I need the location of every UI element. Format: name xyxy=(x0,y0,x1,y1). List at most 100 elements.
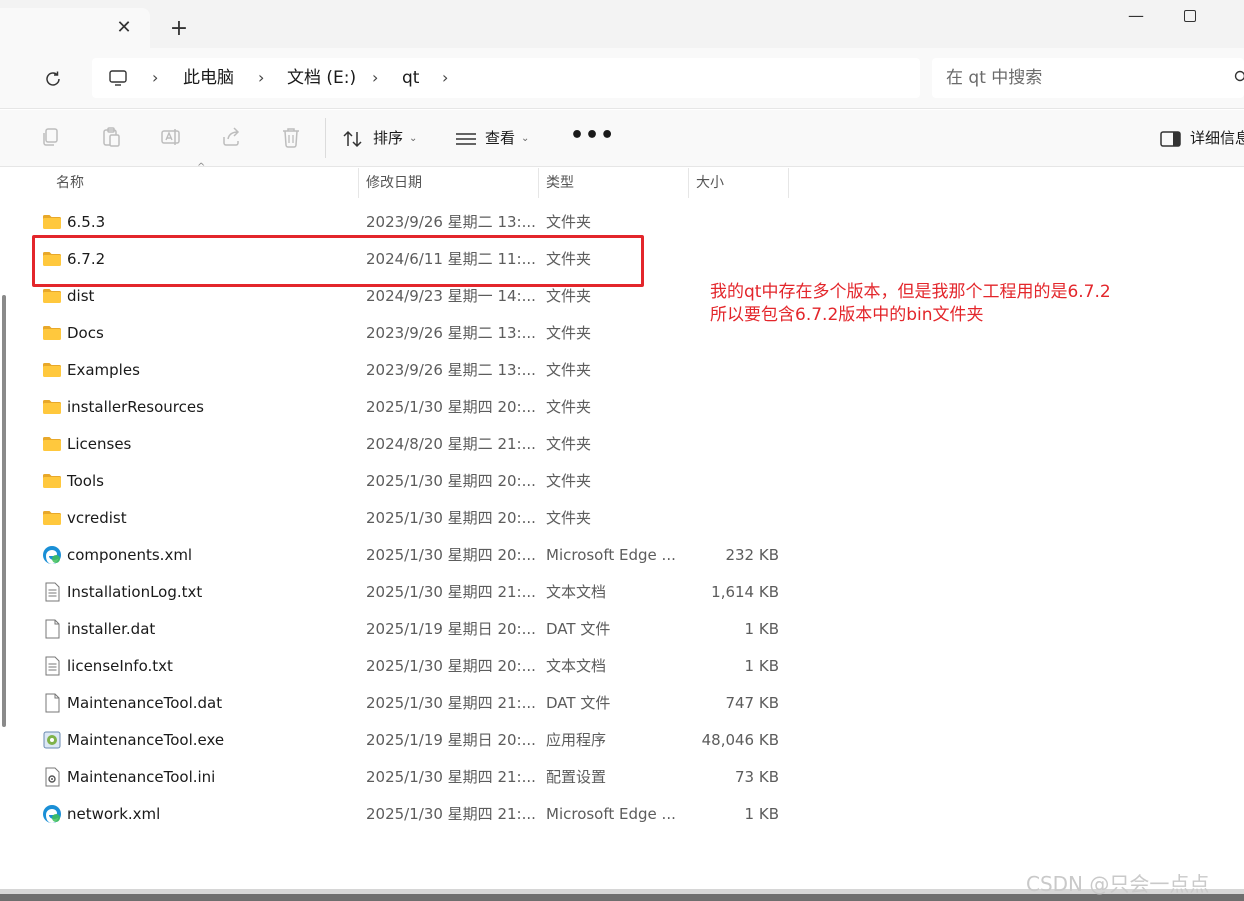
file-type: 文件夹 xyxy=(546,213,592,231)
column-header-size[interactable]: 大小 xyxy=(696,166,724,198)
copy-icon[interactable] xyxy=(40,126,62,148)
annotation-line-2: 所以要包含6.7.2版本中的bin文件夹 xyxy=(710,305,984,325)
column-divider[interactable] xyxy=(788,168,789,198)
file-row[interactable]: network.xml 2025/1/30 星期四 21:... Microsoft… xyxy=(34,797,794,831)
column-header-date[interactable]: 修改日期 xyxy=(366,166,422,198)
file-name: InstallationLog.txt xyxy=(67,583,203,601)
chevron-down-icon: ⌄ xyxy=(409,132,418,144)
file-name: Licenses xyxy=(67,435,132,453)
file-row[interactable]: vcredist 2025/1/30 星期四 20:... 文件夹 xyxy=(34,501,794,535)
maximize-icon xyxy=(1184,10,1196,22)
file-type: 配置设置 xyxy=(546,768,607,786)
search-box[interactable] xyxy=(932,58,1244,98)
breadcrumb-this-pc[interactable]: 此电脑 xyxy=(183,58,234,98)
file-type: 文本文档 xyxy=(546,657,607,675)
folder-icon xyxy=(42,471,62,491)
view-label: 查看 xyxy=(485,129,516,147)
folder-icon xyxy=(42,434,62,454)
file-size xyxy=(694,464,779,498)
file-size xyxy=(694,501,779,535)
annotation-note: 我的qt中存在多个版本，但是我那个工程用的是6.7.2 所以要包含6.7.2版本… xyxy=(710,281,1230,327)
file-row[interactable]: Licenses 2024/8/20 星期二 21:... 文件夹 xyxy=(34,427,794,461)
blank-file-icon xyxy=(42,693,62,713)
column-header-name[interactable]: 名称 xyxy=(56,166,84,198)
folder-icon xyxy=(42,212,62,232)
vertical-scrollbar[interactable] xyxy=(2,295,6,727)
details-pane-button[interactable]: 详细信息 xyxy=(1160,122,1244,154)
file-row[interactable]: licenseInfo.txt 2025/1/30 星期四 20:... 文本文档 1… xyxy=(34,649,794,683)
text-file-icon xyxy=(42,656,62,676)
watermark: CSDN @只会一点点 xyxy=(1026,872,1210,896)
computer-icon[interactable] xyxy=(108,68,128,88)
active-tab[interactable]: ✕ xyxy=(0,8,150,48)
exe-icon xyxy=(42,730,62,750)
breadcrumb-chevron-icon[interactable]: › xyxy=(258,58,264,98)
file-name: 6.5.3 xyxy=(67,213,106,231)
breadcrumb-chevron-icon[interactable]: › xyxy=(442,58,448,98)
file-name: MaintenanceTool.dat xyxy=(67,694,223,712)
edge-icon xyxy=(42,545,62,565)
file-row[interactable]: installer.dat 2025/1/19 星期日 20:... DAT 文件 1… xyxy=(34,612,794,646)
minimize-button[interactable]: — xyxy=(1124,4,1148,28)
file-row[interactable]: InstallationLog.txt 2025/1/30 星期四 21:... 文… xyxy=(34,575,794,609)
file-row[interactable]: installerResources 2025/1/30 星期四 20:... 文件… xyxy=(34,390,794,424)
details-label: 详细信息 xyxy=(1190,129,1244,147)
view-button[interactable]: 查看 ⌄ xyxy=(455,122,529,154)
file-date: 2025/1/30 星期四 21:... xyxy=(366,694,536,712)
column-divider[interactable] xyxy=(688,168,689,198)
column-divider[interactable] xyxy=(358,168,359,198)
file-type: 文件夹 xyxy=(546,472,592,490)
maximize-button[interactable] xyxy=(1178,4,1202,28)
file-row[interactable]: 6.5.3 2023/9/26 星期二 13:... 文件夹 xyxy=(34,205,794,239)
chevron-down-icon: ⌄ xyxy=(521,132,530,144)
refresh-button[interactable] xyxy=(40,66,66,92)
new-tab-button[interactable]: + xyxy=(166,18,192,44)
file-size xyxy=(694,242,779,276)
search-input[interactable] xyxy=(946,58,1216,98)
search-icon[interactable] xyxy=(1234,70,1244,84)
file-row[interactable]: MaintenanceTool.dat 2025/1/30 星期四 21:... D… xyxy=(34,686,794,720)
folder-icon xyxy=(42,397,62,417)
blank-file-icon xyxy=(42,619,62,639)
delete-icon[interactable] xyxy=(280,126,302,148)
file-date: 2025/1/19 星期日 20:... xyxy=(366,620,536,638)
file-date: 2023/9/26 星期二 13:... xyxy=(366,361,536,379)
file-row[interactable]: Tools 2025/1/30 星期四 20:... 文件夹 xyxy=(34,464,794,498)
file-size xyxy=(694,205,779,239)
address-bar: › 此电脑 › 文档 (E:) › qt › xyxy=(0,48,1244,109)
column-divider[interactable] xyxy=(538,168,539,198)
share-icon[interactable] xyxy=(220,126,242,148)
file-row[interactable]: Docs 2023/9/26 星期二 13:... 文件夹 xyxy=(34,316,794,350)
file-date: 2025/1/30 星期四 21:... xyxy=(366,583,536,601)
rename-icon[interactable] xyxy=(160,126,182,148)
breadcrumb-chevron-icon[interactable]: › xyxy=(152,58,158,98)
file-row[interactable]: MaintenanceTool.exe 2025/1/19 星期日 20:... 应… xyxy=(34,723,794,757)
file-type: 文件夹 xyxy=(546,361,592,379)
file-name: vcredist xyxy=(67,509,127,527)
file-size: 1,614 KB xyxy=(711,583,779,601)
file-row[interactable]: components.xml 2025/1/30 星期四 20:... Micros… xyxy=(34,538,794,572)
breadcrumb-qt[interactable]: qt xyxy=(402,58,419,98)
file-row[interactable]: Examples 2023/9/26 星期二 13:... 文件夹 xyxy=(34,353,794,387)
breadcrumb-drive-e[interactable]: 文档 (E:) xyxy=(287,58,356,98)
highlight-box xyxy=(32,235,644,287)
file-type: DAT 文件 xyxy=(546,620,611,638)
folder-icon xyxy=(42,360,62,380)
file-size: 747 KB xyxy=(725,694,779,712)
file-date: 2025/1/30 星期四 20:... xyxy=(366,472,536,490)
more-options-button[interactable]: ••• xyxy=(570,122,614,154)
file-date: 2023/9/26 星期二 13:... xyxy=(366,213,536,231)
column-header-type[interactable]: 类型 xyxy=(546,166,574,198)
sort-icon xyxy=(343,130,362,147)
folder-icon xyxy=(42,508,62,528)
file-row[interactable]: MaintenanceTool.ini 2025/1/30 星期四 21:... 配… xyxy=(34,760,794,794)
breadcrumb-chevron-icon[interactable]: › xyxy=(372,58,378,98)
breadcrumb[interactable]: › 此电脑 › 文档 (E:) › qt › xyxy=(92,58,920,98)
close-tab-icon[interactable]: ✕ xyxy=(114,18,134,38)
file-type: 文件夹 xyxy=(546,398,592,416)
sort-button[interactable]: 排序 ⌄ xyxy=(343,122,417,154)
paste-icon[interactable] xyxy=(100,126,122,148)
sort-ascending-icon: ^ xyxy=(197,162,206,173)
file-type: 文件夹 xyxy=(546,324,592,342)
file-size xyxy=(694,353,779,387)
